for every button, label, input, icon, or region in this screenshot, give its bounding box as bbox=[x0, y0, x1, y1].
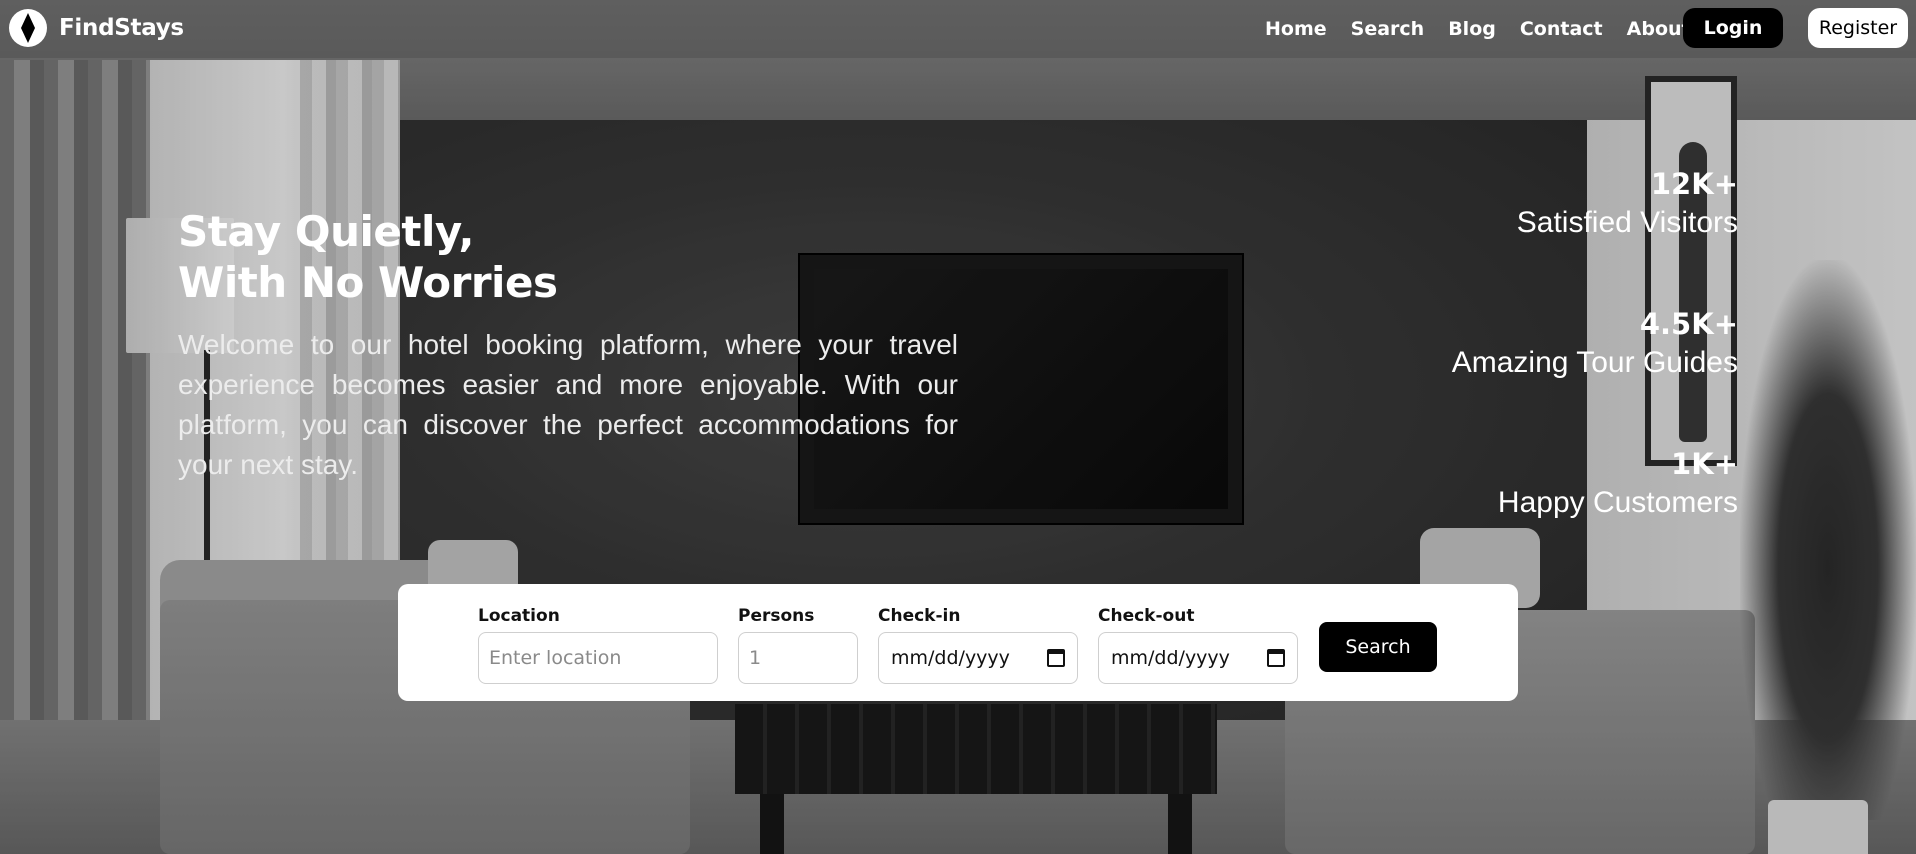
compass-diamond-icon bbox=[9, 9, 47, 47]
search-form: Location Persons Check-in mm/dd/yyyy Che… bbox=[398, 584, 1518, 701]
top-navbar: FindStays Home Search Blog Contact About… bbox=[0, 0, 1916, 58]
location-input[interactable] bbox=[478, 632, 718, 684]
logo-diamond-shape bbox=[21, 13, 35, 43]
stat-label: Happy Customers bbox=[1497, 486, 1738, 519]
stat-value: 1K+ bbox=[1671, 447, 1738, 481]
stat-label: Satisfied Visitors bbox=[1516, 206, 1738, 239]
checkout-value: mm/dd/yyyy bbox=[1111, 647, 1230, 669]
hero-title-line1: Stay Quietly, bbox=[178, 207, 474, 256]
stat-satisfied-visitors: 12K+ Satisfied Visitors bbox=[1358, 164, 1738, 304]
persons-input[interactable] bbox=[738, 632, 858, 684]
checkin-label: Check-in bbox=[878, 606, 961, 626]
checkin-field: Check-in mm/dd/yyyy bbox=[878, 606, 1078, 684]
checkin-date-input[interactable]: mm/dd/yyyy bbox=[878, 632, 1078, 684]
stat-label: Amazing Tour Guides bbox=[1451, 346, 1738, 379]
hero-title: Stay Quietly, With No Worries bbox=[178, 206, 898, 308]
stat-happy-customers: 1K+ Happy Customers bbox=[1358, 444, 1738, 584]
stat-tour-guides: 4.5K+ Amazing Tour Guides bbox=[1358, 304, 1738, 444]
nav-links: Home Search Blog Contact About bbox=[1265, 0, 1715, 58]
hero-title-line2: With No Worries bbox=[178, 258, 558, 307]
nav-link-home[interactable]: Home bbox=[1265, 18, 1327, 40]
stat-value: 12K+ bbox=[1650, 167, 1738, 201]
persons-label: Persons bbox=[738, 606, 815, 626]
persons-field: Persons bbox=[738, 606, 858, 684]
stat-value: 4.5K+ bbox=[1639, 307, 1738, 341]
nav-link-contact[interactable]: Contact bbox=[1520, 18, 1603, 40]
register-button[interactable]: Register bbox=[1808, 8, 1908, 48]
checkout-label: Check-out bbox=[1098, 606, 1195, 626]
stats-panel: 12K+ Satisfied Visitors 4.5K+ Amazing To… bbox=[1358, 164, 1738, 584]
checkout-field: Check-out mm/dd/yyyy bbox=[1098, 606, 1298, 684]
checkin-value: mm/dd/yyyy bbox=[891, 647, 1010, 669]
search-button[interactable]: Search bbox=[1319, 622, 1437, 672]
hero-description: Welcome to our hotel booking platform, w… bbox=[178, 329, 958, 480]
location-label: Location bbox=[478, 606, 560, 626]
login-button[interactable]: Login bbox=[1683, 8, 1783, 48]
location-field: Location bbox=[478, 606, 718, 684]
nav-link-blog[interactable]: Blog bbox=[1448, 18, 1496, 40]
nav-link-about[interactable]: About bbox=[1627, 18, 1691, 40]
brand-name: FindStays bbox=[59, 15, 184, 41]
nav-link-search[interactable]: Search bbox=[1351, 18, 1425, 40]
brand[interactable]: FindStays bbox=[9, 9, 184, 47]
calendar-icon[interactable] bbox=[1047, 649, 1065, 667]
checkout-date-input[interactable]: mm/dd/yyyy bbox=[1098, 632, 1298, 684]
calendar-icon[interactable] bbox=[1267, 649, 1285, 667]
